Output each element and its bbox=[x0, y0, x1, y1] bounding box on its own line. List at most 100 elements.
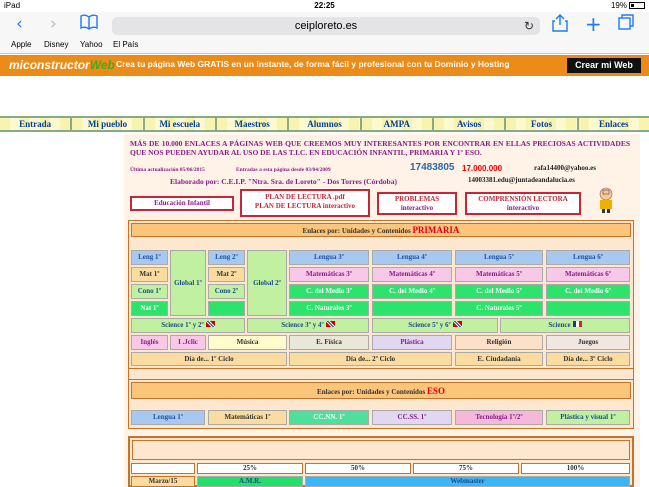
science-1-2-label: Science 1º y 2º bbox=[161, 321, 204, 329]
c-naturales-5[interactable]: C. Naturales 5º bbox=[455, 301, 543, 316]
plan-lectura-button[interactable]: PLAN DE LECTURA .pdf PLAN DE LECTURA int… bbox=[240, 189, 370, 217]
eso-title-red: ESO bbox=[426, 386, 445, 396]
mat-2[interactable]: Mat 2º bbox=[208, 267, 245, 282]
bookmark-apple[interactable]: Apple bbox=[11, 40, 31, 49]
menu-alumnos[interactable]: Alumnos bbox=[289, 118, 362, 130]
menu-mi-escuela[interactable]: Mi escuela bbox=[144, 118, 217, 130]
problemas-button[interactable]: PROBLEMAS interactivo bbox=[377, 192, 457, 215]
reload-icon[interactable]: ↻ bbox=[524, 17, 534, 35]
lengua-3[interactable]: Lengua 3º bbox=[289, 250, 369, 265]
lengua-5[interactable]: Lengua 5º bbox=[455, 250, 543, 265]
bookmarks-bar: Apple Disney Yahoo El País bbox=[0, 38, 649, 54]
email-yahoo[interactable]: rafa14400@yahoo.es bbox=[534, 164, 596, 172]
plan-lectura-pdf[interactable]: PLAN DE LECTURA .pdf bbox=[242, 193, 368, 202]
progress-25: 25% bbox=[197, 463, 303, 474]
lengua-6[interactable]: Lengua 6º bbox=[546, 250, 630, 265]
uk-flag-icon bbox=[325, 321, 335, 327]
science-3-4-label: Science 3º y 4º bbox=[281, 321, 324, 329]
menu-avisos[interactable]: Avisos bbox=[433, 118, 507, 130]
matematicas-6[interactable]: Matemáticas 6º bbox=[546, 267, 630, 282]
bookmark-disney[interactable]: Disney bbox=[44, 40, 68, 49]
logo-main: constructor bbox=[23, 58, 90, 72]
email-junta[interactable]: 14003381.edu@juntadeandalucia.es bbox=[468, 176, 575, 184]
problemas-label: PROBLEMAS bbox=[394, 195, 440, 203]
science-1-2[interactable]: Science 1º y 2º bbox=[131, 318, 245, 333]
c-medio-5[interactable]: C. del Medio 5º bbox=[455, 284, 543, 299]
create-web-button[interactable]: Crear mi Web bbox=[567, 58, 641, 73]
battery-icon bbox=[629, 2, 645, 9]
dia-1-ciclo[interactable]: Día de... 1º Ciclo bbox=[131, 352, 287, 366]
bookmark-elpais[interactable]: El País bbox=[113, 40, 138, 49]
educacion-infantil-button[interactable]: Educación Infantil bbox=[130, 196, 234, 211]
c-medio-4[interactable]: C. del Medio 4º bbox=[372, 284, 452, 299]
uk-flag-icon bbox=[205, 321, 215, 327]
nat-1[interactable]: Nat 1º bbox=[131, 301, 168, 316]
eso-matematicas-1[interactable]: Matemáticas 1º bbox=[208, 410, 287, 425]
clock: 22:25 bbox=[314, 1, 335, 10]
leng-2[interactable]: Leng 2º bbox=[208, 250, 245, 265]
eso-lengua-1[interactable]: Lengua 1º bbox=[131, 410, 205, 425]
religion[interactable]: Religión bbox=[455, 335, 543, 350]
science-3-4[interactable]: Science 3º y 4º bbox=[247, 318, 369, 333]
c-medio-3[interactable]: C. del Medio 3º bbox=[289, 284, 369, 299]
logo-suffix: Web bbox=[89, 58, 115, 72]
ad-banner[interactable]: miconstructorWeb Crea tu página Web GRAT… bbox=[0, 55, 649, 76]
e-ciudadania[interactable]: E. Ciudadanía bbox=[455, 352, 543, 366]
matematicas-5[interactable]: Matemáticas 5º bbox=[455, 267, 543, 282]
juegos[interactable]: Juegos bbox=[546, 335, 630, 350]
c-naturales-3[interactable]: C. Naturales 3º bbox=[289, 301, 369, 316]
primaria-title-text: Enlaces por: Unidades y Contenidos bbox=[302, 227, 411, 235]
global-2[interactable]: Global 2º bbox=[247, 250, 287, 316]
c-medio-6[interactable]: C. del Medio 6º bbox=[546, 284, 630, 299]
battery-indicator: 19% bbox=[611, 1, 645, 10]
science-french-label: Science bbox=[548, 321, 571, 329]
bookmark-yahoo[interactable]: Yahoo bbox=[80, 40, 103, 49]
dia-2-ciclo[interactable]: Día de... 2º Ciclo bbox=[289, 352, 452, 366]
lengua-4[interactable]: Lengua 4º bbox=[372, 250, 452, 265]
entries-since: Entradas a esta página desde 03/04/2009 bbox=[236, 167, 331, 173]
i-jclic[interactable]: I .Jclic bbox=[170, 335, 206, 350]
forward-icon[interactable]: › bbox=[50, 14, 57, 34]
address-bar[interactable]: ceiploreto.es ↻ bbox=[112, 17, 540, 35]
comprension-lectora-button[interactable]: COMPRENSIÓN LECTORA interactivo bbox=[465, 192, 581, 215]
uk-flag-icon bbox=[452, 321, 462, 327]
global-1[interactable]: Global 1º bbox=[170, 250, 206, 316]
new-tab-icon[interactable]: + bbox=[585, 14, 602, 34]
plastica[interactable]: Plástica bbox=[372, 335, 452, 350]
eso-tecnologia[interactable]: Tecnología 1º/2º bbox=[455, 410, 543, 425]
battery-percent: 19% bbox=[610, 1, 627, 10]
menu-enlaces[interactable]: Enlaces bbox=[578, 118, 649, 130]
ingles[interactable]: Inglés bbox=[131, 335, 168, 350]
nat-2-empty bbox=[208, 301, 245, 316]
menu-mi-pueblo[interactable]: Mi pueblo bbox=[72, 118, 145, 130]
visit-counter: 17483805 bbox=[410, 162, 455, 173]
musica[interactable]: Música bbox=[208, 335, 287, 350]
science-french[interactable]: Science bbox=[500, 318, 630, 333]
leng-1[interactable]: Leng 1º bbox=[131, 250, 168, 265]
science-5-6-label: Science 5º y 6º bbox=[408, 321, 451, 329]
matematicas-4[interactable]: Matemáticas 4º bbox=[372, 267, 452, 282]
eso-ccnn-1[interactable]: CC.NN. 1º bbox=[289, 410, 369, 425]
mat-1[interactable]: Mat 1º bbox=[131, 267, 168, 282]
back-icon[interactable]: ‹ bbox=[16, 14, 23, 34]
browser-toolbar: ‹ › ceiploreto.es ↻ + bbox=[0, 12, 649, 38]
educacion-fisica[interactable]: E. Física bbox=[289, 335, 369, 350]
eso-ccss-1[interactable]: CC.SS. 1º bbox=[372, 410, 452, 425]
menu-maestros[interactable]: Maestros bbox=[216, 118, 290, 130]
matematicas-3[interactable]: Matemáticas 3º bbox=[289, 267, 369, 282]
menu-ampa[interactable]: AMPA bbox=[361, 118, 434, 130]
share-icon[interactable] bbox=[552, 14, 568, 37]
cono-1[interactable]: Cono 1º bbox=[131, 284, 168, 299]
progress-50: 50% bbox=[305, 463, 411, 474]
eso-plastica-visual[interactable]: Plástica y visual 1º bbox=[546, 410, 630, 425]
bookmarks-icon[interactable] bbox=[80, 14, 98, 36]
tabs-icon[interactable] bbox=[618, 14, 634, 35]
webmaster-bar: Webmaster bbox=[305, 476, 630, 487]
dia-3-ciclo[interactable]: Día de... 3º Ciclo bbox=[546, 352, 630, 366]
cono-2[interactable]: Cono 2º bbox=[208, 284, 245, 299]
menu-entrada[interactable]: Entrada bbox=[0, 118, 73, 130]
status-bar: iPad 22:25 19% bbox=[0, 0, 649, 12]
plan-lectura-interactivo[interactable]: PLAN DE LECTURA interactivo bbox=[242, 202, 368, 211]
menu-fotos[interactable]: Fotos bbox=[506, 118, 579, 130]
science-5-6[interactable]: Science 5º y 6º bbox=[372, 318, 498, 333]
